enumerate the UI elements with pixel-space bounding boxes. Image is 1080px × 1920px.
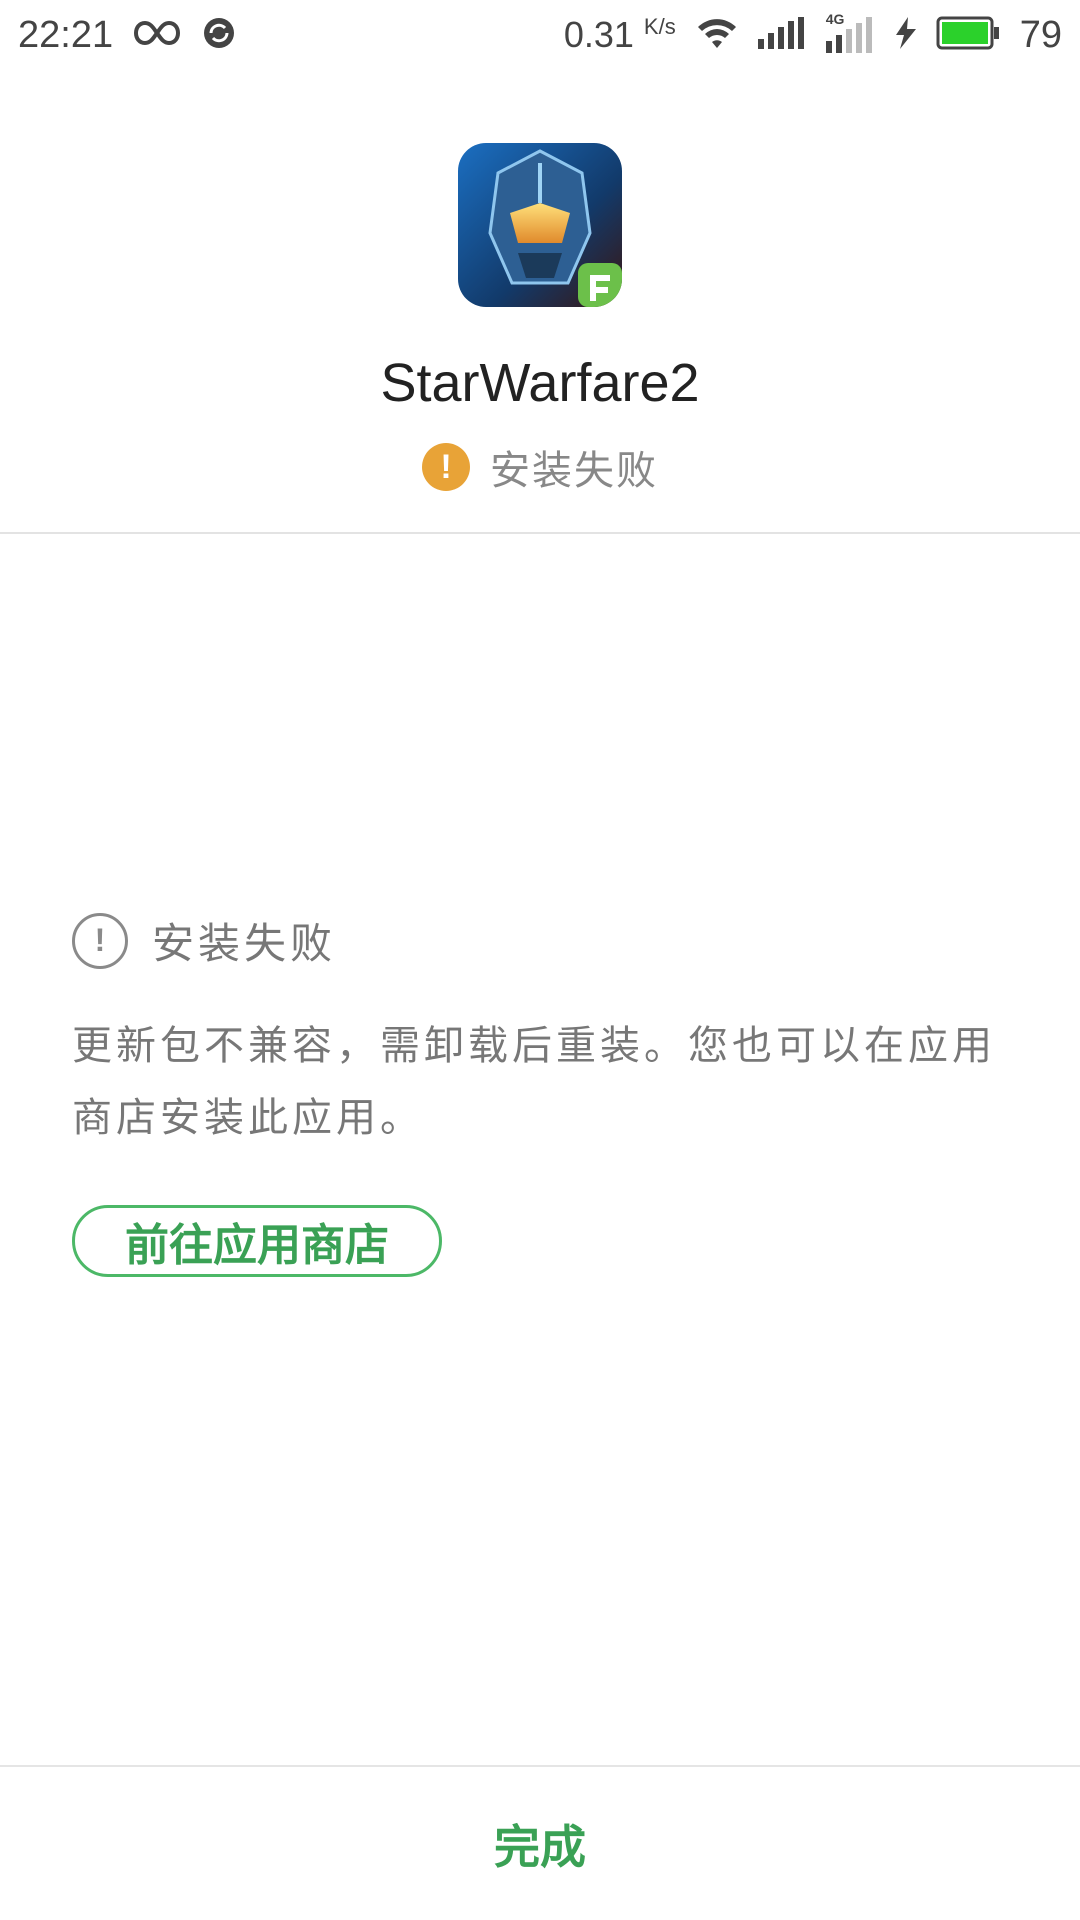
- go-to-app-store-button[interactable]: 前往应用商店: [72, 1205, 442, 1277]
- infinity-icon: [133, 19, 181, 51]
- app-name: StarWarfare2: [380, 353, 700, 413]
- error-title: ! 安装失败: [72, 910, 336, 971]
- battery-icon: [936, 16, 1000, 54]
- sync-icon: [201, 15, 237, 55]
- signal-4g-icon: 4G: [825, 11, 876, 53]
- status-bar: 22:21 0.31 K/s 4G 79: [0, 0, 1080, 70]
- install-status-text: 安装失败: [490, 448, 658, 494]
- clock: 22:21: [18, 13, 114, 56]
- done-button[interactable]: 完成: [0, 1768, 1080, 1920]
- divider: [0, 532, 1080, 534]
- app-icon: [458, 143, 622, 307]
- network-speed-value: 0.31: [563, 14, 634, 55]
- error-message: 更新包不兼容，需卸载后重装。您也可以在应用商店安装此应用。: [72, 1023, 996, 1141]
- error-title-text: 安装失败: [152, 919, 337, 968]
- alert-circle-icon: !: [72, 912, 128, 969]
- wifi-icon: [696, 16, 738, 54]
- network-speed-unit: K/s: [643, 14, 676, 39]
- network-speed: 0.31 K/s: [564, 14, 676, 56]
- install-status: ! 安装失败: [0, 438, 1080, 496]
- signal-icon: [757, 17, 806, 53]
- warning-icon: !: [422, 443, 470, 491]
- network-type-label: 4G: [825, 11, 845, 27]
- battery-percent: 79: [1019, 13, 1062, 56]
- status-bar-right: 0.31 K/s 4G 79: [564, 11, 1062, 57]
- status-bar-left: 22:21: [18, 14, 237, 57]
- divider: [0, 1765, 1080, 1767]
- charging-bolt-icon: [895, 17, 916, 53]
